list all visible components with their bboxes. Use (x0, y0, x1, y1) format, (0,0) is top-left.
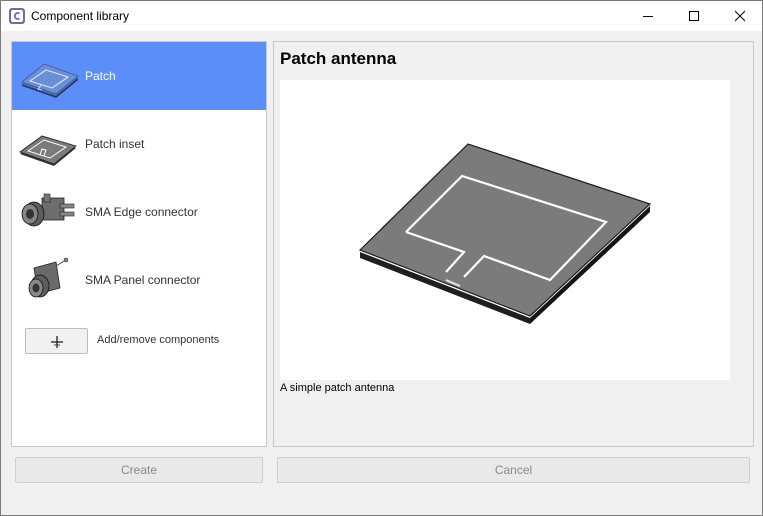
component-label: SMA Edge connector (85, 205, 198, 219)
add-remove-components-label: Add/remove components (97, 334, 220, 346)
plus-icon (51, 336, 63, 348)
maximize-button[interactable] (671, 1, 717, 31)
close-button[interactable] (717, 1, 763, 31)
close-icon (734, 10, 746, 22)
preview-title: Patch antenna (280, 49, 397, 68)
component-item-sma-edge-connector[interactable]: SMA Edge connector (12, 178, 266, 246)
app-logo-icon (9, 8, 25, 24)
patch-inset-thumbnail-icon (19, 135, 77, 166)
cancel-button[interactable]: Cancel (277, 457, 750, 483)
component-library-window: Component library Patch Patch inset SMA … (0, 0, 763, 516)
window-title: Component library (31, 9, 130, 23)
sma-edge-connector-thumbnail-icon (21, 193, 75, 227)
patch-antenna-preview-image (280, 80, 730, 380)
component-item-patch[interactable]: Patch (12, 42, 266, 110)
add-remove-components-button[interactable] (25, 328, 88, 354)
component-item-sma-panel-connector[interactable]: SMA Panel connector (12, 246, 266, 314)
create-button[interactable]: Create (15, 457, 263, 483)
component-label: Patch (85, 69, 116, 83)
preview-description: A simple patch antenna (280, 382, 395, 394)
title-bar: Component library (1, 1, 762, 31)
patch-thumbnail-icon (21, 63, 79, 98)
component-preview-panel: Patch antenna A simple patch antenna (273, 41, 754, 447)
minimize-icon (643, 16, 653, 17)
component-label: SMA Panel connector (85, 273, 201, 287)
minimize-button[interactable] (625, 1, 671, 31)
maximize-icon (689, 11, 699, 21)
sma-panel-connector-thumbnail-icon (28, 257, 69, 298)
component-item-patch-inset[interactable]: Patch inset (12, 110, 266, 178)
component-label: Patch inset (85, 137, 145, 151)
component-list: Patch Patch inset SMA Edge connector SMA… (11, 41, 267, 447)
patch-antenna-3d-render (358, 143, 652, 324)
